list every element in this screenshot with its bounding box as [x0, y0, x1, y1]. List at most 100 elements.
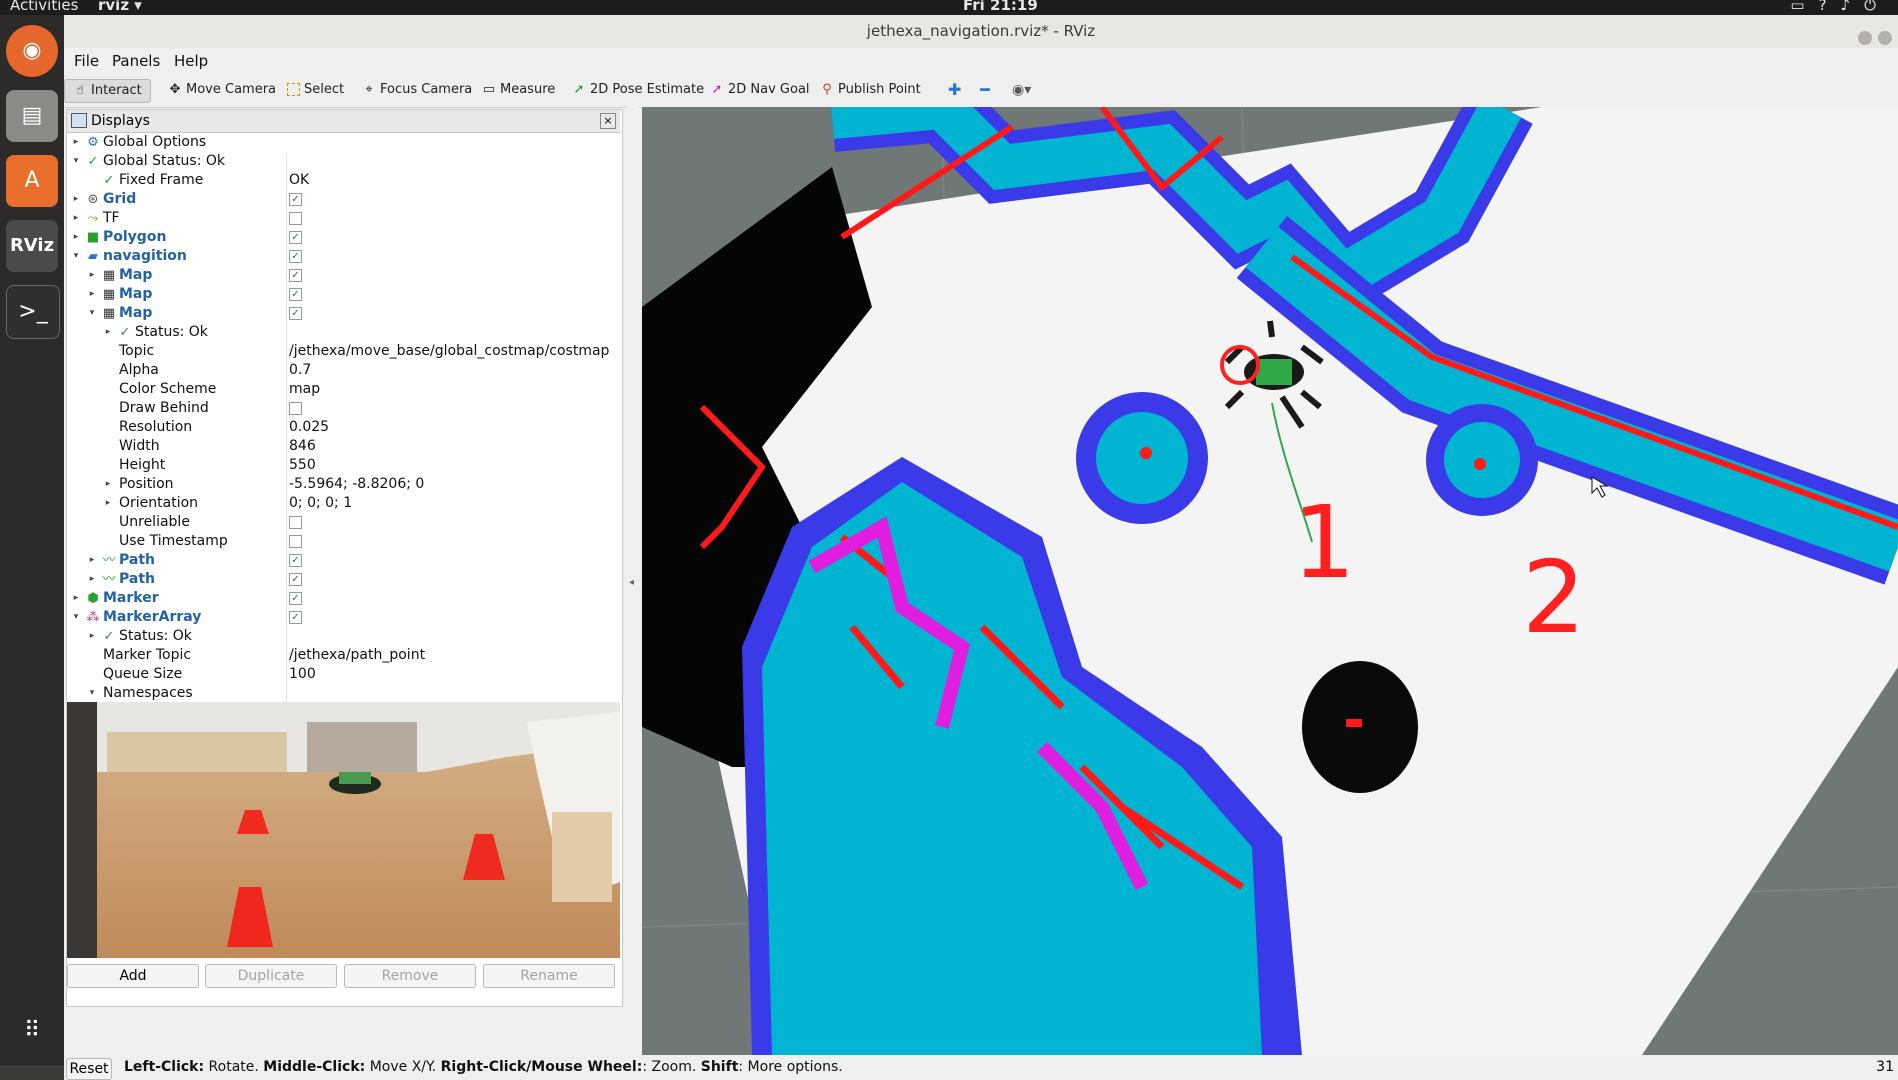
display-row-value[interactable]: 100 [289, 665, 316, 684]
display-row[interactable]: Draw Behind [67, 399, 620, 418]
display-enabled-checkbox[interactable]: ✓ [289, 269, 302, 282]
display-enabled-checkbox[interactable]: ✓ [289, 573, 302, 586]
display-row-value[interactable]: 0.025 [289, 418, 329, 437]
expanded-arrow-icon[interactable]: ▾ [71, 247, 81, 266]
display-enabled-checkbox[interactable]: ✓ [289, 611, 302, 624]
display-row[interactable]: ▸ ✓ Status: Ok [67, 323, 620, 342]
collapsed-arrow-icon[interactable]: ▸ [103, 323, 113, 342]
display-enabled-checkbox[interactable]: ✓ [289, 592, 302, 605]
expanded-arrow-icon[interactable]: ▾ [87, 304, 97, 323]
remove-button[interactable]: Remove [344, 964, 476, 988]
expanded-arrow-icon[interactable]: ▾ [87, 684, 97, 701]
show-applications-icon[interactable]: ⠿ [6, 1005, 58, 1057]
display-row[interactable]: Color Scheme map [67, 380, 620, 399]
publish-point-tool[interactable]: ⚲ Publish Point [820, 79, 921, 101]
display-row[interactable]: ▾ ⁂ MarkerArray ✓ [67, 608, 620, 627]
maximize-button[interactable] [1878, 31, 1892, 45]
display-row[interactable]: ▾ ▰ navagition ✓ [67, 247, 620, 266]
display-row[interactable]: Resolution 0.025 [67, 418, 620, 437]
rviz-icon[interactable]: RViz [6, 220, 58, 272]
collapsed-arrow-icon[interactable]: ▸ [71, 190, 81, 209]
display-row[interactable]: Queue Size 100 [67, 665, 620, 684]
menu-help[interactable]: Help [174, 52, 208, 70]
display-enabled-checkbox[interactable]: ✓ [289, 307, 302, 320]
files-icon[interactable]: ▤ [6, 90, 58, 142]
display-row-value[interactable]: 846 [289, 437, 316, 456]
collapsed-arrow-icon[interactable]: ▸ [71, 209, 81, 228]
display-row[interactable]: ▸ Position -5.5964; -8.8206; 0 [67, 475, 620, 494]
display-row[interactable]: ▸ 〰 Path ✓ [67, 551, 620, 570]
firefox-icon[interactable]: ◉ [6, 25, 58, 77]
terminal-icon[interactable]: >_ [6, 285, 60, 339]
display-enabled-checkbox[interactable]: ✓ [289, 193, 302, 206]
display-row[interactable]: ▸ Orientation 0; 0; 0; 1 [67, 494, 620, 513]
display-row[interactable]: ▸ ⤳ TF [67, 209, 620, 228]
remove-tool-icon[interactable]: ━ [980, 79, 990, 101]
interact-tool[interactable]: ☝ Interact [64, 79, 151, 103]
display-enabled-checkbox[interactable] [289, 535, 302, 548]
display-row[interactable]: ▸ ■ Polygon ✓ [67, 228, 620, 247]
display-row-value[interactable]: /jethexa/path_point [289, 646, 425, 665]
display-row-value[interactable]: 0.7 [289, 361, 311, 380]
add-button[interactable]: Add [67, 964, 199, 988]
display-row[interactable]: Height 550 [67, 456, 620, 475]
collapsed-arrow-icon[interactable]: ▸ [103, 475, 113, 494]
render-3d-view[interactable]: 1 2 [642, 107, 1898, 1055]
collapsed-arrow-icon[interactable]: ▸ [87, 570, 97, 589]
select-tool[interactable]: Select [287, 79, 344, 101]
display-row[interactable]: ▸ ⊛ Grid ✓ [67, 190, 620, 209]
menu-file[interactable]: File [74, 52, 99, 70]
add-tool-icon[interactable]: ✚ [948, 79, 961, 101]
display-row[interactable]: Width 846 [67, 437, 620, 456]
display-row[interactable]: Use Timestamp [67, 532, 620, 551]
display-row-value[interactable]: 0; 0; 0; 1 [289, 494, 352, 513]
panel-splitter[interactable]: ◂ [627, 107, 639, 1055]
collapsed-arrow-icon[interactable]: ▸ [71, 589, 81, 608]
display-row[interactable]: ✓ Fixed Frame OK [67, 171, 620, 190]
display-row[interactable]: ▸ ▦ Map ✓ [67, 285, 620, 304]
display-row[interactable]: Marker Topic/jethexa/path_point [67, 646, 620, 665]
display-row[interactable]: Unreliable [67, 513, 620, 532]
display-enabled-checkbox[interactable]: ✓ [289, 231, 302, 244]
minimize-button[interactable] [1858, 31, 1872, 45]
display-enabled-checkbox[interactable]: ✓ [289, 288, 302, 301]
close-icon[interactable]: × [600, 113, 616, 129]
collapsed-arrow-icon[interactable]: ▸ [87, 551, 97, 570]
measure-tool[interactable]: ▭ Measure [482, 79, 555, 101]
display-row[interactable]: ▸ 〰 Path ✓ [67, 570, 620, 589]
display-enabled-checkbox[interactable] [289, 402, 302, 415]
rename-button[interactable]: Rename [483, 964, 615, 988]
camera-type-icon[interactable]: ◉▾ [1012, 79, 1031, 101]
nav-goal-tool[interactable]: ➚ 2D Nav Goal [710, 79, 810, 101]
display-row-value[interactable]: -5.5964; -8.8206; 0 [289, 475, 424, 494]
display-enabled-checkbox[interactable] [289, 516, 302, 529]
clock[interactable]: Fri 21:19 [963, 0, 1038, 13]
display-row[interactable]: ▸ ✓ Status: Ok [67, 627, 620, 646]
display-row-value[interactable]: /jethexa/move_base/global_costmap/costma… [289, 342, 609, 361]
reset-button[interactable]: Reset [66, 1058, 112, 1080]
software-center-icon[interactable]: A [6, 155, 58, 207]
duplicate-button[interactable]: Duplicate [205, 964, 337, 988]
display-row-value[interactable]: OK [289, 171, 309, 190]
collapsed-arrow-icon[interactable]: ▸ [87, 627, 97, 646]
activities-button[interactable]: Activities [10, 0, 78, 13]
pose-estimate-tool[interactable]: ➚ 2D Pose Estimate [572, 79, 705, 101]
menu-panels[interactable]: Panels [112, 52, 160, 70]
app-menu[interactable]: rviz ▾ [98, 0, 142, 13]
display-row[interactable]: ▾ Namespaces [67, 684, 620, 701]
collapsed-arrow-icon[interactable]: ▸ [71, 133, 81, 152]
display-row-value[interactable]: map [289, 380, 320, 399]
display-row-value[interactable]: 550 [289, 456, 316, 475]
display-row[interactable]: ▾ ✓ Global Status: Ok [67, 152, 620, 171]
move-camera-tool[interactable]: ✥ Move Camera [168, 79, 276, 101]
display-enabled-checkbox[interactable] [289, 212, 302, 225]
expanded-arrow-icon[interactable]: ▾ [71, 608, 81, 627]
display-enabled-checkbox[interactable]: ✓ [289, 250, 302, 263]
collapsed-arrow-icon[interactable]: ▸ [87, 285, 97, 304]
display-enabled-checkbox[interactable]: ✓ [289, 554, 302, 567]
focus-camera-tool[interactable]: ⌖ Focus Camera [362, 79, 472, 101]
collapsed-arrow-icon[interactable]: ▸ [87, 266, 97, 285]
collapsed-arrow-icon[interactable]: ▸ [103, 494, 113, 513]
display-row[interactable]: ▾ ▦ Map ✓ [67, 304, 620, 323]
display-row[interactable]: ▸ ⬢ Marker ✓ [67, 589, 620, 608]
